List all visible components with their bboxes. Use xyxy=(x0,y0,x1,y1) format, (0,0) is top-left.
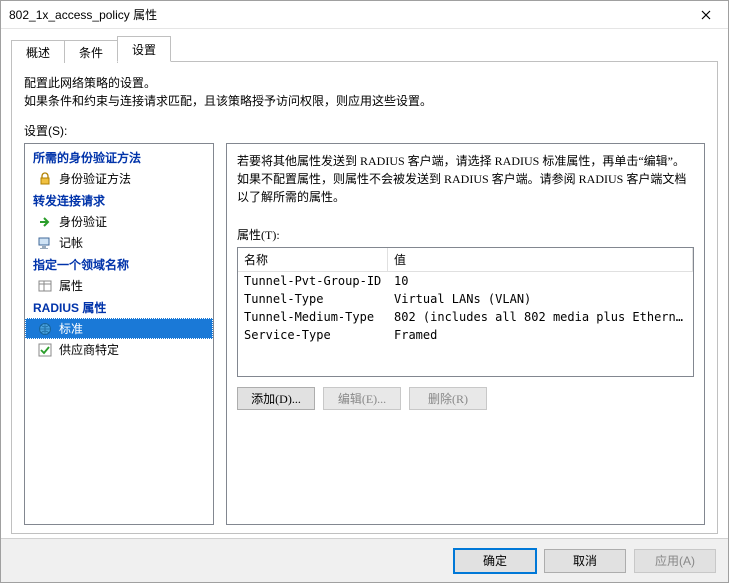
ok-button[interactable]: 确定 xyxy=(454,549,536,573)
col-header-name[interactable]: 名称 xyxy=(238,248,388,271)
tab-conditions-label: 条件 xyxy=(79,46,103,60)
tree-item-vendor[interactable]: 供应商特定 xyxy=(25,339,213,360)
cell-value: 802 (includes all 802 media plus Etherne… xyxy=(388,309,693,325)
settings-label: 设置(S): xyxy=(24,122,705,139)
table-row[interactable]: Tunnel-Type Virtual LANs (VLAN) xyxy=(238,290,693,308)
tree-item-vendor-label: 供应商特定 xyxy=(59,341,119,358)
tree-group-radius: RADIUS 属性 xyxy=(25,296,213,318)
intro-line2: 如果条件和约束与连接请求匹配，且该策略授予访问权限，则应用这些设置。 xyxy=(24,94,432,108)
close-button[interactable] xyxy=(684,1,728,29)
attribute-buttons: 添加(D)... 编辑(E)... 删除(R) xyxy=(237,387,694,410)
tab-overview-label: 概述 xyxy=(26,46,50,60)
attributes-list[interactable]: 名称 值 Tunnel-Pvt-Group-ID 10 Tunnel-Type … xyxy=(237,247,694,377)
computer-icon xyxy=(37,235,53,251)
cancel-button[interactable]: 取消 xyxy=(544,549,626,573)
properties-dialog: 802_1x_access_policy 属性 概述 条件 设置 配置此网络策略… xyxy=(0,0,729,583)
tree-item-auth-method-label: 身份验证方法 xyxy=(59,170,131,187)
tab-settings[interactable]: 设置 xyxy=(117,36,171,62)
tree-group-auth: 所需的身份验证方法 xyxy=(25,146,213,168)
edit-button[interactable]: 编辑(E)... xyxy=(323,387,401,410)
tree-item-auth-method[interactable]: 身份验证方法 xyxy=(25,168,213,189)
globe-icon xyxy=(37,321,53,337)
cell-value: Framed xyxy=(388,327,693,343)
tree-item-standard-label: 标准 xyxy=(59,320,83,337)
split-area: 所需的身份验证方法 身份验证方法 转发连接请求 身份验证 xyxy=(24,143,705,525)
col-header-value[interactable]: 值 xyxy=(388,248,693,271)
detail-pane: 若要将其他属性发送到 RADIUS 客户端，请选择 RADIUS 标准属性，再单… xyxy=(226,143,705,525)
cell-value: 10 xyxy=(388,273,693,289)
attributes-label: 属性(T): xyxy=(237,226,694,243)
window-title: 802_1x_access_policy 属性 xyxy=(9,6,684,23)
remove-button[interactable]: 删除(R) xyxy=(409,387,487,410)
arrow-right-icon xyxy=(37,214,53,230)
cell-name: Tunnel-Type xyxy=(238,291,388,307)
tab-overview[interactable]: 概述 xyxy=(11,40,65,63)
tree-item-identity[interactable]: 身份验证 xyxy=(25,211,213,232)
tree-item-attribute-label: 属性 xyxy=(59,277,83,294)
cell-name: Tunnel-Pvt-Group-ID xyxy=(238,273,388,289)
tree-group-forward: 转发连接请求 xyxy=(25,189,213,211)
dialog-content: 概述 条件 设置 配置此网络策略的设置。 如果条件和约束与连接请求匹配，且该策略… xyxy=(1,29,728,538)
settings-tree[interactable]: 所需的身份验证方法 身份验证方法 转发连接请求 身份验证 xyxy=(24,143,214,525)
attributes-header: 名称 值 xyxy=(238,248,693,272)
close-icon xyxy=(701,10,711,20)
property-icon xyxy=(37,278,53,294)
intro-line1: 配置此网络策略的设置。 xyxy=(24,76,156,90)
detail-description: 若要将其他属性发送到 RADIUS 客户端，请选择 RADIUS 标准属性，再单… xyxy=(237,152,694,206)
cell-value: Virtual LANs (VLAN) xyxy=(388,291,693,307)
titlebar: 802_1x_access_policy 属性 xyxy=(1,1,728,29)
table-row[interactable]: Tunnel-Medium-Type 802 (includes all 802… xyxy=(238,308,693,326)
table-row[interactable]: Tunnel-Pvt-Group-ID 10 xyxy=(238,272,693,290)
settings-panel: 配置此网络策略的设置。 如果条件和约束与连接请求匹配，且该策略授予访问权限，则应… xyxy=(11,61,718,534)
table-row[interactable]: Service-Type Framed xyxy=(238,326,693,344)
cell-name: Service-Type xyxy=(238,327,388,343)
tree-item-identity-label: 身份验证 xyxy=(59,213,107,230)
cell-name: Tunnel-Medium-Type xyxy=(238,309,388,325)
tab-settings-label: 设置 xyxy=(132,43,156,57)
add-button[interactable]: 添加(D)... xyxy=(237,387,315,410)
tree-item-accounting-label: 记帐 xyxy=(59,234,83,251)
intro-text: 配置此网络策略的设置。 如果条件和约束与连接请求匹配，且该策略授予访问权限，则应… xyxy=(24,74,705,110)
apply-button[interactable]: 应用(A) xyxy=(634,549,716,573)
tree-group-realm: 指定一个领域名称 xyxy=(25,253,213,275)
dialog-footer: 确定 取消 应用(A) xyxy=(1,538,728,582)
tree-item-accounting[interactable]: 记帐 xyxy=(25,232,213,253)
tab-strip: 概述 条件 设置 xyxy=(11,37,718,61)
checkbox-icon xyxy=(37,342,53,358)
tab-conditions[interactable]: 条件 xyxy=(64,40,118,63)
tree-item-standard[interactable]: 标准 xyxy=(25,318,213,339)
lock-icon xyxy=(37,171,53,187)
tree-item-attribute[interactable]: 属性 xyxy=(25,275,213,296)
